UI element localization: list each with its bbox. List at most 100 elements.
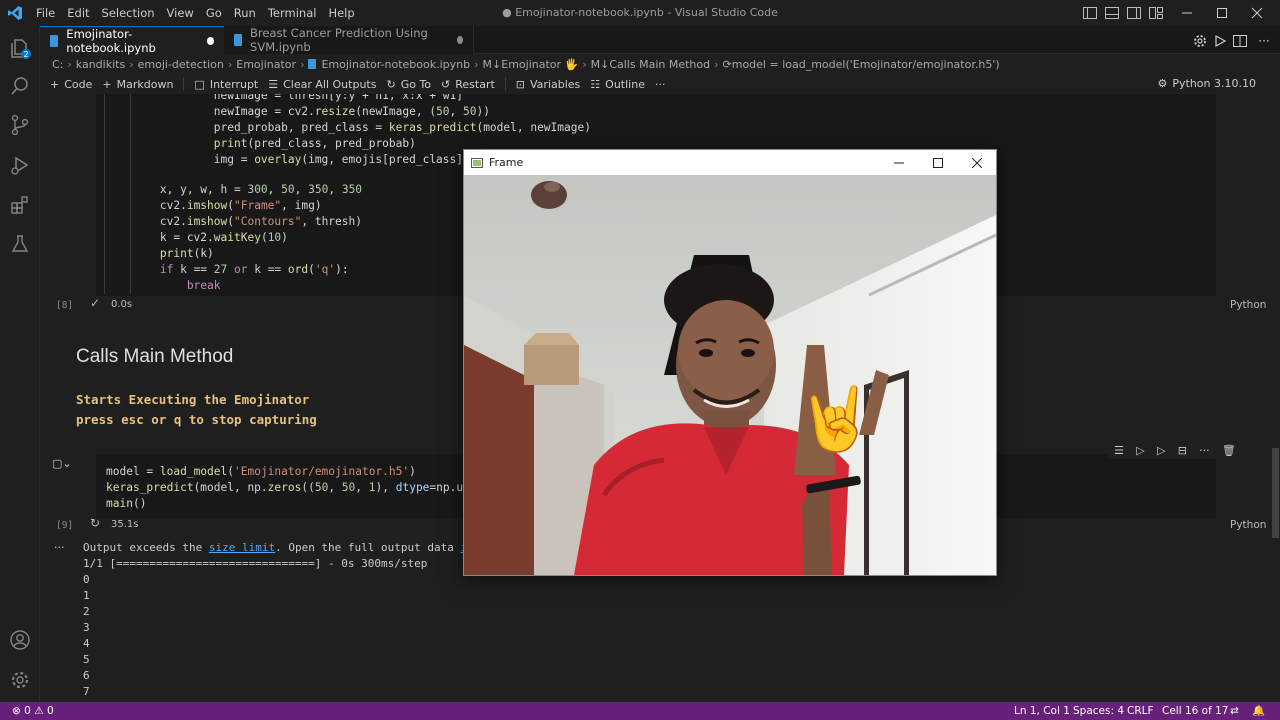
maximize-window-icon[interactable] xyxy=(1210,0,1234,26)
split-editor-icon[interactable] xyxy=(1228,28,1252,54)
feedback-icon[interactable]: ⇄ xyxy=(1230,702,1239,720)
clear-outputs-button[interactable]: ☰ Clear All Outputs xyxy=(268,78,376,91)
code-line[interactable]: newImage = cv2.resize(newImage, (50, 50)… xyxy=(106,104,490,120)
restart-button[interactable]: ↺ Restart xyxy=(441,78,495,91)
code-line[interactable]: main() xyxy=(106,496,146,512)
outline-list-icon: ☷ xyxy=(590,77,601,91)
problems-indicator[interactable]: ⊗ 0 ⚠ 0 xyxy=(12,702,54,720)
frame-close-icon[interactable] xyxy=(957,150,997,175)
frame-title: Frame xyxy=(489,156,524,169)
breadcrumb-item[interactable]: C: xyxy=(52,58,63,71)
cell-indicator[interactable]: Cell 16 of 17 xyxy=(1162,702,1228,720)
output-progress: 1/1 [==============================] - 0… xyxy=(83,557,428,570)
run-debug-icon[interactable] xyxy=(8,153,32,177)
frame-minimize-icon[interactable] xyxy=(879,150,919,175)
breadcrumb-item[interactable]: emoji-detection xyxy=(138,58,224,71)
breadcrumb-item[interactable]: Emojinator xyxy=(236,58,296,71)
cell-more-icon[interactable]: ··· xyxy=(1199,444,1210,457)
output-actions-ellipsis[interactable]: ··· xyxy=(54,541,65,554)
breadcrumb-item[interactable]: M↓Emojinator 🖐 xyxy=(483,58,579,71)
code-line[interactable]: pred_probab, pred_class = keras_predict(… xyxy=(106,120,591,136)
toggle-primary-sidebar-icon[interactable] xyxy=(1078,0,1102,26)
execution-time: 0.0s xyxy=(111,299,133,310)
activity-bar: 2 xyxy=(0,26,40,702)
menu-run[interactable]: Run xyxy=(228,0,262,26)
code-line[interactable]: k = cv2.waitKey(10) xyxy=(106,230,288,246)
frame-title-bar[interactable]: Frame xyxy=(464,150,996,175)
menu-file[interactable]: File xyxy=(30,0,61,26)
code-line[interactable]: model = load_model('Emojinator/emojinato… xyxy=(106,464,416,480)
code-line[interactable]: img = overlay(img, emojis[pred_class], 4 xyxy=(106,152,483,168)
chevron-right-icon: › xyxy=(129,57,134,71)
plus-icon: + xyxy=(50,77,60,91)
breadcrumb-item[interactable]: M↓Calls Main Method xyxy=(591,58,710,71)
explorer-icon[interactable]: 2 xyxy=(8,36,32,60)
code-line[interactable]: newImage = thresh[y:y + h1, x:x + w1] xyxy=(106,94,463,104)
extensions-icon[interactable] xyxy=(8,193,32,217)
collapse-toggle-icon[interactable]: ▢⌄ xyxy=(52,457,72,470)
toolbar-more-button[interactable]: ··· xyxy=(655,78,666,91)
add-markdown-cell-button[interactable]: + Markdown xyxy=(102,78,173,91)
cell-language[interactable]: Python xyxy=(1230,519,1266,531)
menu-help[interactable]: Help xyxy=(322,0,360,26)
breadcrumb-item[interactable]: ⟳model = load_model('Emojinator/emojinat… xyxy=(723,58,1000,71)
frame-maximize-icon[interactable] xyxy=(918,150,958,175)
search-icon[interactable] xyxy=(8,74,32,98)
breadcrumb-item[interactable]: kandikits xyxy=(76,58,125,71)
execute-above-icon[interactable]: ▷ xyxy=(1136,444,1144,457)
code-line[interactable]: cv2.imshow("Frame", img) xyxy=(106,198,322,214)
code-line[interactable]: cv2.imshow("Contours", thresh) xyxy=(106,214,362,230)
notebook-file-icon xyxy=(234,34,243,46)
split-cell-icon[interactable]: ⊟ xyxy=(1178,444,1187,457)
unsaved-dot-icon[interactable] xyxy=(456,36,463,44)
indentation-setting[interactable]: Spaces: 4 xyxy=(1073,702,1124,720)
toggle-secondary-sidebar-icon[interactable] xyxy=(1122,0,1146,26)
menu-view[interactable]: View xyxy=(161,0,200,26)
testing-icon[interactable] xyxy=(8,232,32,256)
kernel-picker[interactable]: ⚙ Python 3.10.10 xyxy=(1158,74,1257,94)
goto-button[interactable]: ↻ Go To xyxy=(386,78,431,91)
tab-breast-cancer-notebook[interactable]: Breast Cancer Prediction Using SVM.ipynb xyxy=(224,26,474,54)
code-line[interactable]: if k == 27 or k == ord('q'): xyxy=(106,262,349,278)
code-line[interactable]: x, y, w, h = 300, 50, 350, 350 xyxy=(106,182,362,198)
run-by-line-icon[interactable]: ☰ xyxy=(1114,444,1124,457)
tab-emojinator-notebook[interactable]: Emojinator-notebook.ipynb xyxy=(40,26,224,55)
minimize-window-icon[interactable] xyxy=(1175,0,1199,26)
output-line: 2 xyxy=(83,605,90,618)
source-control-icon[interactable] xyxy=(8,113,32,137)
execution-count: [9] xyxy=(56,520,74,531)
code-line[interactable]: print(k) xyxy=(106,246,214,262)
line-ending[interactable]: CRLF xyxy=(1127,702,1154,720)
cell-language[interactable]: Python xyxy=(1230,299,1266,311)
rock-on-emoji-icon: 🤘 xyxy=(797,381,874,456)
code-line[interactable]: keras_predict(model, np.zeros((50, 50, 1… xyxy=(106,480,483,496)
menu-go[interactable]: Go xyxy=(200,0,228,26)
more-actions-icon[interactable]: ··· xyxy=(1252,28,1276,54)
notifications-bell-icon[interactable]: 🔔 xyxy=(1252,702,1265,720)
customize-layout-icon[interactable] xyxy=(1144,0,1168,26)
chevron-right-icon: › xyxy=(474,57,479,71)
execution-time: 35.1s xyxy=(111,519,139,530)
interrupt-button[interactable]: □ Interrupt xyxy=(194,78,258,91)
delete-cell-icon[interactable]: 🗑 xyxy=(1222,444,1236,457)
manage-gear-icon[interactable] xyxy=(8,668,32,692)
cursor-position[interactable]: Ln 1, Col 1 xyxy=(1014,702,1070,720)
variables-button[interactable]: ⊡ Variables xyxy=(516,78,581,91)
code-line[interactable]: print(pred_class, pred_probab) xyxy=(106,136,416,152)
size-limit-link[interactable]: size limit xyxy=(209,541,275,554)
menu-selection[interactable]: Selection xyxy=(96,0,161,26)
vertical-scrollbar-thumb[interactable] xyxy=(1272,448,1279,538)
menu-terminal[interactable]: Terminal xyxy=(262,0,323,26)
toggle-panel-icon[interactable] xyxy=(1100,0,1124,26)
accounts-icon[interactable] xyxy=(8,628,32,652)
add-code-cell-button[interactable]: + Code xyxy=(50,78,92,91)
opencv-frame-window[interactable]: Frame 🤘 xyxy=(463,149,997,576)
execute-below-icon[interactable]: ▷ xyxy=(1157,444,1165,457)
menu-edit[interactable]: Edit xyxy=(61,0,95,26)
close-window-icon[interactable] xyxy=(1245,0,1269,26)
breadcrumb-item[interactable]: Emojinator-notebook.ipynb xyxy=(321,58,470,71)
unsaved-dot-icon[interactable] xyxy=(207,36,214,45)
cell-toolbar: ☰ ▷ ▷ ⊟ ··· 🗑 xyxy=(1108,441,1242,459)
code-line[interactable]: break xyxy=(106,278,221,294)
outline-button[interactable]: ☷ Outline xyxy=(590,78,645,91)
